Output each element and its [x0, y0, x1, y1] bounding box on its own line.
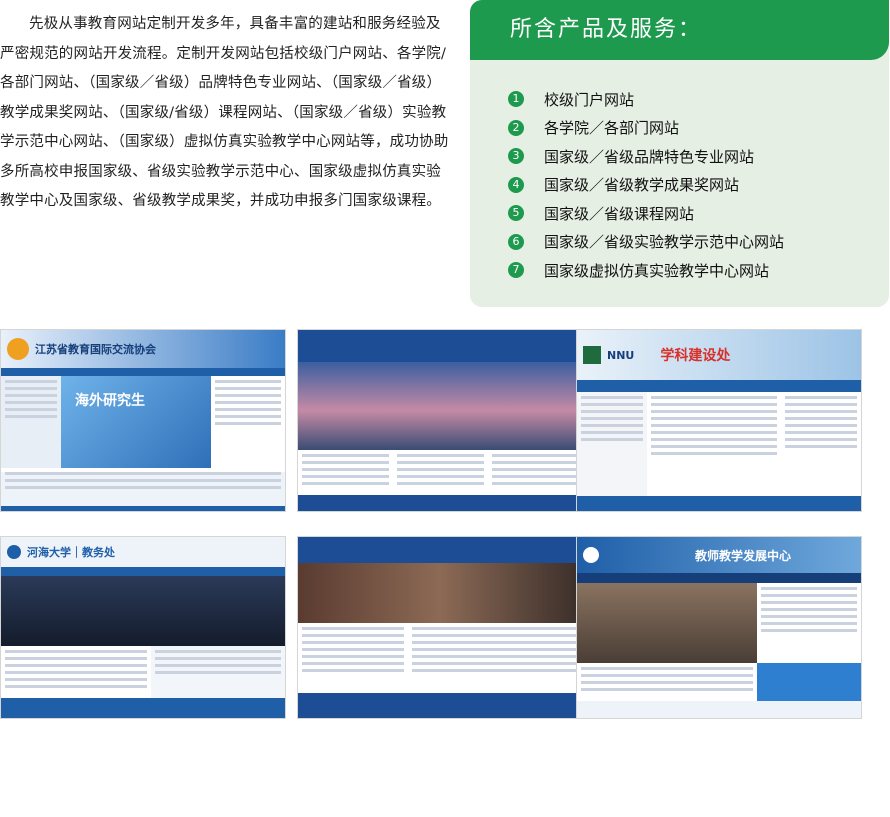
- number-badge-icon: 4: [508, 176, 524, 193]
- news-list: [298, 450, 393, 495]
- site-header: 教师教学发展中心: [577, 537, 861, 573]
- site-footer: [577, 496, 861, 511]
- number-badge-icon: 2: [508, 119, 524, 136]
- site-footer: [298, 693, 582, 718]
- website-thumbnail[interactable]: [297, 536, 583, 719]
- service-item: 2 各学院／各部门网站: [508, 114, 784, 143]
- service-label: 国家级／省级实验教学示范中心网站: [544, 233, 785, 252]
- service-item: 4 国家级／省级教学成果奖网站: [508, 171, 784, 200]
- service-label: 国家级虚拟仿真实验教学中心网站: [544, 261, 770, 280]
- site-footer: [1, 506, 285, 511]
- site-nav-bar: [1, 567, 285, 576]
- quick-links: [757, 663, 861, 701]
- intro-paragraph: 先极从事教育网站定制开发多年，具备丰富的建站和服务经验及严密规范的网站开发流程。…: [0, 16, 449, 209]
- logo-icon: [583, 346, 601, 364]
- logo-icon: [7, 545, 21, 559]
- site-header: [298, 537, 582, 563]
- number-badge-icon: 3: [508, 148, 524, 165]
- number-badge-icon: 1: [508, 91, 524, 108]
- service-item: 7 国家级虚拟仿真实验教学中心网站: [508, 256, 784, 285]
- number-badge-icon: 6: [508, 233, 524, 250]
- site-footer: [298, 495, 582, 511]
- hero-image: [298, 362, 582, 450]
- quick-links: [151, 646, 285, 698]
- site-header: NNU 学科建设处: [577, 330, 861, 380]
- site-banner-text: 河海大学｜教务处: [27, 546, 115, 559]
- service-label: 校级门户网站: [544, 90, 635, 109]
- hero-text: [577, 590, 583, 601]
- sidebar-block: [577, 392, 647, 496]
- service-label: 国家级／省级教学成果奖网站: [544, 176, 740, 195]
- site-header: [298, 330, 582, 362]
- logo-icon: [583, 547, 599, 563]
- website-thumbnail[interactable]: NNU 学科建设处: [576, 329, 862, 512]
- services-panel: 所含产品及服务： 1 校级门户网站 2 各学院／各部门网站 3 国家级／省级品牌特色专…: [470, 0, 889, 307]
- service-item: 1 校级门户网站: [508, 85, 784, 114]
- services-title: 所含产品及服务：: [470, 0, 889, 60]
- website-thumbnail[interactable]: 河海大学｜教务处: [0, 536, 286, 719]
- hero-text: [1, 583, 7, 594]
- site-banner-text: 教师教学发展中心: [695, 548, 792, 563]
- quick-links: [1, 472, 285, 506]
- site-nav-bar: [577, 380, 861, 392]
- news-list: [1, 646, 151, 698]
- notice-list: [393, 450, 488, 495]
- sidebar-block: [1, 376, 61, 468]
- service-item: 6 国家级／省级实验教学示范中心网站: [508, 228, 784, 257]
- site-banner-text: [298, 544, 304, 555]
- notice-list: [408, 623, 582, 693]
- site-banner-text: [298, 337, 304, 348]
- site-nav-bar: [1, 368, 285, 376]
- service-label: 国家级／省级品牌特色专业网站: [544, 147, 755, 166]
- hero-image: [577, 583, 757, 663]
- service-label: 国家级／省级课程网站: [544, 204, 695, 223]
- site-footer: [1, 698, 285, 718]
- number-badge-icon: 7: [508, 262, 524, 279]
- number-badge-icon: 5: [508, 205, 524, 222]
- service-item: 5 国家级／省级课程网站: [508, 199, 784, 228]
- hero-text: 海外研究生: [75, 393, 145, 409]
- site-footer: [577, 701, 861, 718]
- service-label: 各学院／各部门网站: [544, 119, 680, 138]
- site-nav-bar: [577, 573, 861, 583]
- hero-image: 海外研究生: [61, 376, 211, 468]
- news-list: [577, 663, 757, 701]
- service-item: 3 国家级／省级品牌特色专业网站: [508, 142, 784, 171]
- hero-text: [298, 570, 304, 581]
- news-list: [647, 392, 781, 496]
- website-thumbnail[interactable]: 江苏省教育国际交流协会 海外研究生: [0, 329, 286, 512]
- event-list: [488, 450, 582, 495]
- hero-image: [298, 563, 582, 623]
- notice-list: [781, 392, 861, 496]
- site-banner-text: NNU: [607, 348, 635, 362]
- site-banner-text: 江苏省教育国际交流协会: [35, 343, 156, 356]
- notice-list: [757, 583, 861, 663]
- logo-icon: [7, 338, 29, 360]
- news-list: [211, 376, 285, 468]
- hero-image: [1, 576, 285, 646]
- website-thumbnail[interactable]: [297, 329, 583, 512]
- news-list: [298, 623, 408, 693]
- site-header: 河海大学｜教务处: [1, 537, 285, 567]
- services-list: 1 校级门户网站 2 各学院／各部门网站 3 国家级／省级品牌特色专业网站 4 国家级／…: [508, 85, 784, 285]
- website-thumbnail[interactable]: 教师教学发展中心: [576, 536, 862, 719]
- site-header: 江苏省教育国际交流协会: [1, 330, 285, 368]
- hero-text: 学科建设处: [660, 348, 731, 364]
